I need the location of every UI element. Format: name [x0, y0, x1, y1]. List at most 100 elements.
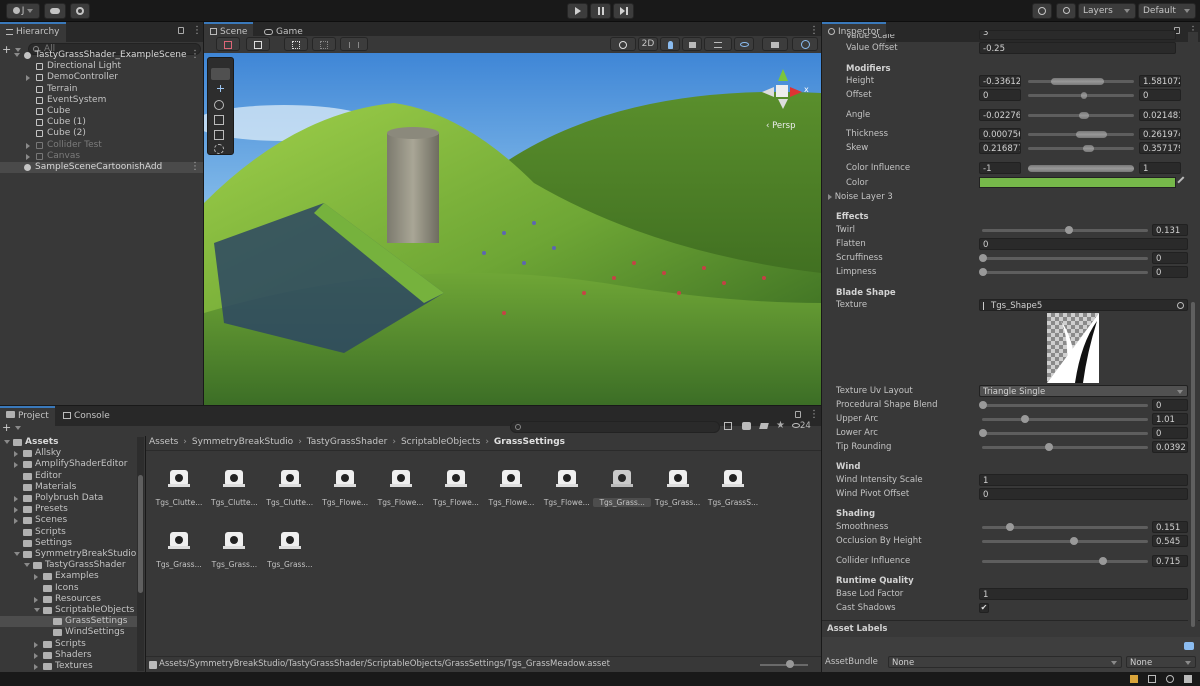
project-folder-item[interactable]: SymmetryBreakStudio [0, 549, 137, 560]
modifier-min-field[interactable]: 0.000756 [979, 128, 1021, 140]
rotate-tool-icon[interactable] [214, 100, 224, 110]
tree-scrollbar-thumb[interactable] [138, 475, 143, 593]
modifier-max-field[interactable]: 0.357179 [1139, 142, 1181, 154]
asset-item[interactable]: Tgs_Flowe... [427, 454, 485, 514]
layers-dropdown[interactable]: Layers [1078, 3, 1136, 19]
project-folder-item[interactable]: GrassSettings [0, 616, 137, 628]
asset-variant-dropdown[interactable]: None [1126, 656, 1196, 668]
slider-value-field[interactable]: 0.715 [1152, 555, 1188, 567]
foldout-arrow-icon[interactable] [14, 53, 20, 57]
hierarchy-item[interactable]: Cube (2) [0, 128, 203, 139]
asset-item[interactable]: Tgs_Grass... [261, 516, 319, 576]
project-folder-item[interactable]: Settings [0, 538, 137, 549]
zoom-slider[interactable] [760, 664, 808, 666]
minmax-range-handle[interactable] [1078, 112, 1090, 119]
project-folder-item[interactable]: Editor [0, 471, 137, 482]
minmax-range-handle[interactable] [1051, 78, 1105, 85]
lock-icon[interactable] [178, 27, 184, 34]
project-create-button[interactable]: + [2, 422, 22, 434]
hidden-count-badge[interactable]: 24 [792, 421, 811, 431]
eyedropper-icon[interactable] [1177, 176, 1189, 188]
foldout-arrow-icon[interactable] [14, 496, 18, 502]
rect-tool-icon[interactable] [214, 130, 224, 140]
slider-value-field[interactable]: 1.01 [1152, 413, 1188, 425]
camera-settings-dropdown[interactable] [762, 37, 788, 51]
slider-value-field[interactable]: 0.131 [1152, 224, 1188, 236]
uv-layout-dropdown[interactable]: Triangle Single [979, 385, 1188, 397]
modifier-max-field[interactable]: 1.581072 [1139, 75, 1181, 87]
breadcrumb-item[interactable]: TastyGrassShader [307, 437, 388, 447]
slider-knob[interactable] [1005, 523, 1014, 531]
project-search-input[interactable] [510, 421, 720, 433]
minmax-track[interactable] [1028, 147, 1134, 150]
project-folder-item[interactable]: Icons [0, 583, 137, 594]
hierarchy-item[interactable]: Collider Test [0, 140, 203, 151]
asset-item[interactable]: Tgs_Grass... [593, 454, 652, 514]
breadcrumb-item[interactable]: Assets [149, 437, 178, 447]
modifier-min-field[interactable]: -0.33612 [979, 75, 1021, 87]
slider-track[interactable] [982, 432, 1148, 435]
slider-knob[interactable] [979, 429, 987, 437]
project-folder-item[interactable]: Allsky [0, 448, 137, 459]
project-folder-item[interactable]: Examples [0, 571, 137, 582]
project-folder-item[interactable]: Materials [0, 482, 137, 493]
foldout-arrow-icon[interactable] [4, 440, 10, 444]
asset-item[interactable]: Tgs_Grass... [205, 516, 263, 576]
slider-value-field[interactable]: 0 [1152, 427, 1188, 439]
slider-track[interactable] [982, 418, 1148, 421]
step-button[interactable] [613, 3, 634, 19]
slider-knob[interactable] [1020, 415, 1029, 423]
tab-console[interactable]: Console [57, 406, 116, 426]
slider-track[interactable] [982, 404, 1148, 407]
project-folder-item[interactable]: ScriptableObjects [0, 605, 137, 616]
favorite-star-icon[interactable]: ★ [776, 420, 790, 434]
lock-icon[interactable] [795, 411, 801, 418]
move-tool-icon[interactable] [211, 83, 230, 95]
transform-tool-icon[interactable] [214, 144, 224, 154]
scale-tool-icon[interactable] [214, 115, 224, 125]
slider-knob[interactable] [1065, 226, 1074, 234]
lighting-toggle[interactable] [660, 37, 680, 51]
foldout-arrow-icon[interactable] [14, 507, 18, 514]
project-folder-item[interactable]: Resources [0, 594, 137, 605]
more-menu-icon[interactable]: ⋮ [190, 49, 200, 60]
inspector-scrollbar-thumb[interactable] [1191, 302, 1195, 627]
asset-item[interactable]: Tgs_Clutte... [150, 454, 208, 514]
slider-value-field[interactable]: 0 [1152, 266, 1188, 278]
modifier-max-field[interactable]: 0.021481 [1139, 109, 1181, 121]
foldout-arrow-icon[interactable] [26, 153, 30, 160]
slider-value-field[interactable]: 0 [1152, 252, 1188, 264]
value-field[interactable]: 0 [979, 488, 1188, 500]
scene-viewport[interactable]: x ‹ Persp [204, 53, 821, 405]
texture-field[interactable]: Tgs_Shape5 [979, 299, 1188, 311]
effects-dropdown[interactable] [704, 37, 732, 51]
foldout-arrow-icon[interactable] [14, 462, 18, 469]
asset-item[interactable]: Tgs_Flowe... [482, 454, 540, 514]
hierarchy-item[interactable]: Terrain [0, 84, 203, 95]
draw-mode-dropdown[interactable] [216, 37, 240, 51]
breadcrumb-item[interactable]: GrassSettings [494, 437, 565, 447]
slider-knob[interactable] [1098, 557, 1107, 565]
label-tag-icon[interactable] [1184, 642, 1194, 650]
project-folder-item[interactable]: Scripts [0, 639, 137, 650]
more-menu-icon[interactable]: ⋮ [192, 25, 202, 36]
minmax-range-handle[interactable] [1083, 145, 1094, 152]
tab-hierarchy[interactable]: Hierarchy [0, 22, 66, 42]
minmax-range-handle[interactable] [1028, 165, 1134, 172]
project-folder-item[interactable]: Scenes [0, 515, 137, 526]
pause-button[interactable] [590, 3, 611, 19]
slider-knob[interactable] [979, 254, 987, 262]
modifier-max-field[interactable]: 0 [1139, 89, 1181, 101]
modifier-max-field[interactable]: 0.261974 [1139, 128, 1181, 140]
layers-stack-icon[interactable] [1148, 675, 1156, 683]
foldout-arrow-icon[interactable] [34, 608, 40, 612]
asset-item[interactable]: Tgs_GrassS... [704, 454, 762, 514]
hidden-objects-toggle[interactable] [734, 37, 754, 51]
foldout-arrow-icon[interactable] [24, 563, 30, 568]
hierarchy-item[interactable]: EventSystem [0, 95, 203, 106]
hierarchy-item[interactable]: TastyGrassShader_ExampleScene ⋮ [0, 49, 203, 61]
foldout-arrow-icon[interactable] [14, 518, 18, 525]
project-folder-item[interactable]: WindSettings [0, 627, 137, 638]
hand-tool-icon[interactable] [211, 68, 230, 80]
label-icon[interactable] [758, 420, 772, 434]
